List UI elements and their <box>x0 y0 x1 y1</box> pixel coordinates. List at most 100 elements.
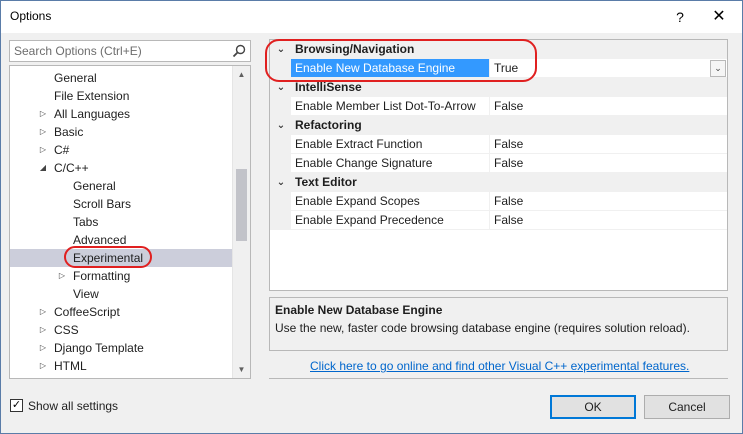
tree-item[interactable]: Experimental <box>10 249 232 267</box>
property-value[interactable]: False <box>490 192 727 211</box>
grid-category[interactable]: ⌄ IntelliSense <box>270 78 727 97</box>
grid-category[interactable]: ⌄ Text Editor <box>270 173 727 192</box>
tree-item-label: Basic <box>54 125 84 139</box>
tree-item[interactable]: Scroll Bars <box>10 195 232 213</box>
tree-item[interactable]: ▷ HTML (Web Forms) <box>10 375 232 378</box>
title-bar: Options ? ✕ <box>1 1 742 33</box>
options-dialog: Options ? ✕ General File Extension ▷ All La… <box>0 0 743 434</box>
property-value-text: False <box>494 156 524 170</box>
grid-property-row[interactable]: Enable Extract Function False <box>270 135 727 154</box>
search-box[interactable] <box>9 40 251 62</box>
tree-item-label: General <box>54 71 97 85</box>
property-value-text: False <box>494 194 524 208</box>
collapse-chevron-icon[interactable]: ⌄ <box>275 116 287 135</box>
tree-item[interactable]: Advanced <box>10 231 232 249</box>
options-tree[interactable]: General File Extension ▷ All Languages ▷ Basi… <box>9 65 251 379</box>
help-button[interactable]: ? <box>668 6 692 28</box>
grid-gutter <box>270 135 291 154</box>
property-value-text: False <box>494 99 524 113</box>
ok-button[interactable]: OK <box>550 395 636 419</box>
property-name[interactable]: Enable Extract Function <box>291 135 490 154</box>
property-name[interactable]: Enable Member List Dot-To-Arrow <box>291 97 490 116</box>
tree-item[interactable]: File Extension <box>10 87 232 105</box>
cancel-button[interactable]: Cancel <box>644 395 730 419</box>
tree-items: General File Extension ▷ All Languages ▷ Basi… <box>10 69 232 378</box>
tree-item-label: Experimental <box>73 251 144 265</box>
tree-item[interactable]: General <box>10 177 232 195</box>
description-text: Use the new, faster code browsing databa… <box>275 321 690 335</box>
tree-item-label: C# <box>54 143 70 157</box>
property-name[interactable]: Enable Expand Scopes <box>291 192 490 211</box>
grid-property-row[interactable]: Enable Expand Scopes False <box>270 192 727 211</box>
expand-arrow-icon[interactable]: ▷ <box>38 105 48 123</box>
property-grid[interactable]: ⌄ Browsing/Navigation Enable New Database … <box>269 39 728 291</box>
property-value[interactable]: False <box>490 135 727 154</box>
expand-arrow-icon[interactable]: ▷ <box>57 267 67 285</box>
tree-item[interactable]: ▷ C# <box>10 141 232 159</box>
collapse-chevron-icon[interactable]: ⌄ <box>275 40 287 59</box>
collapse-chevron-icon[interactable]: ⌄ <box>275 78 287 97</box>
grid-category[interactable]: ⌄ Refactoring <box>270 116 727 135</box>
tree-item[interactable]: ▷ Formatting <box>10 267 232 285</box>
tree-item-label: CSS <box>54 323 79 337</box>
tree-item-label: Scroll Bars <box>73 197 132 211</box>
tree-item-label: Formatting <box>73 269 131 283</box>
tree-item[interactable]: ▷ Django Template <box>10 339 232 357</box>
grid-category-label: Browsing/Navigation <box>295 42 415 56</box>
grid-category-label: Refactoring <box>295 118 362 132</box>
dropdown-chevron-icon[interactable]: ⌄ <box>710 60 726 77</box>
grid-property-row[interactable]: Enable Expand Precedence False <box>270 211 727 230</box>
scroll-down-icon[interactable]: ▼ <box>233 361 250 378</box>
property-value[interactable]: False <box>490 211 727 230</box>
tree-item[interactable]: ▷ CoffeeScript <box>10 303 232 321</box>
description-panel: Enable New Database Engine Use the new, … <box>269 297 728 351</box>
tree-item[interactable]: ▷ HTML <box>10 357 232 375</box>
show-all-settings-label[interactable]: Show all settings <box>28 399 118 413</box>
close-button[interactable]: ✕ <box>706 6 732 28</box>
property-value[interactable]: True ⌄ <box>490 59 727 78</box>
tree-item-label: General <box>73 179 116 193</box>
grid-property-row[interactable]: Enable New Database Engine True ⌄ <box>270 59 727 78</box>
expand-arrow-icon[interactable]: ▷ <box>38 321 48 339</box>
property-name[interactable]: Enable Change Signature <box>291 154 490 173</box>
experimental-features-link[interactable]: Click here to go online and find other V… <box>310 359 689 373</box>
grid-category-label: Text Editor <box>295 175 357 189</box>
expand-arrow-icon[interactable]: ▷ <box>38 303 48 321</box>
collapse-arrow-icon[interactable]: ◢ <box>38 159 48 177</box>
expand-arrow-icon[interactable]: ▷ <box>38 339 48 357</box>
tree-item[interactable]: ▷ All Languages <box>10 105 232 123</box>
description-title: Enable New Database Engine <box>275 303 443 317</box>
tree-item[interactable]: View <box>10 285 232 303</box>
grid-gutter <box>270 97 291 116</box>
search-icon[interactable] <box>231 43 247 59</box>
expand-arrow-icon[interactable]: ▷ <box>38 141 48 159</box>
grid-gutter <box>270 192 291 211</box>
tree-item[interactable]: ▷ Basic <box>10 123 232 141</box>
scroll-thumb[interactable] <box>236 169 247 241</box>
scroll-up-icon[interactable]: ▲ <box>233 66 250 83</box>
grid-gutter <box>270 154 291 173</box>
grid-category-label: IntelliSense <box>295 80 362 94</box>
property-value[interactable]: False <box>490 154 727 173</box>
expand-arrow-icon[interactable]: ▷ <box>38 375 48 378</box>
grid-property-row[interactable]: Enable Change Signature False <box>270 154 727 173</box>
tree-item[interactable]: General <box>10 69 232 87</box>
grid-property-row[interactable]: Enable Member List Dot-To-Arrow False <box>270 97 727 116</box>
expand-arrow-icon[interactable]: ▷ <box>38 123 48 141</box>
property-name[interactable]: Enable New Database Engine <box>291 59 490 78</box>
property-name[interactable]: Enable Expand Precedence <box>291 211 490 230</box>
property-value[interactable]: False <box>490 97 727 116</box>
show-all-settings-checkbox[interactable]: ✓ <box>10 399 23 412</box>
collapse-chevron-icon[interactable]: ⌄ <box>275 173 287 192</box>
grid-category[interactable]: ⌄ Browsing/Navigation <box>270 40 727 59</box>
tree-item-label: CoffeeScript <box>54 305 120 319</box>
tree-item[interactable]: ◢ C/C++ <box>10 159 232 177</box>
tree-item[interactable]: ▷ CSS <box>10 321 232 339</box>
property-value-text: False <box>494 137 524 151</box>
expand-arrow-icon[interactable]: ▷ <box>38 357 48 375</box>
tree-item[interactable]: Tabs <box>10 213 232 231</box>
search-input[interactable] <box>14 43 224 59</box>
property-value-text: True <box>494 61 519 75</box>
tree-scrollbar[interactable]: ▲ ▼ <box>232 66 250 378</box>
tree-item-label: Django Template <box>54 341 144 355</box>
